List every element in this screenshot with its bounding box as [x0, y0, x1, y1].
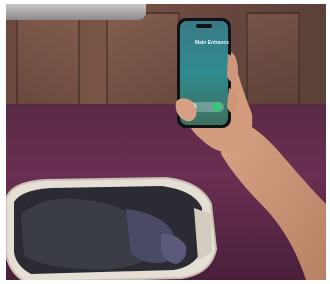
incoming-call-info: Main Entrance — [189, 40, 235, 47]
caller-name: Main Entrance — [194, 40, 230, 46]
hand-holding-phone — [175, 18, 326, 280]
photo-scene: Main Entrance — [6, 4, 326, 280]
